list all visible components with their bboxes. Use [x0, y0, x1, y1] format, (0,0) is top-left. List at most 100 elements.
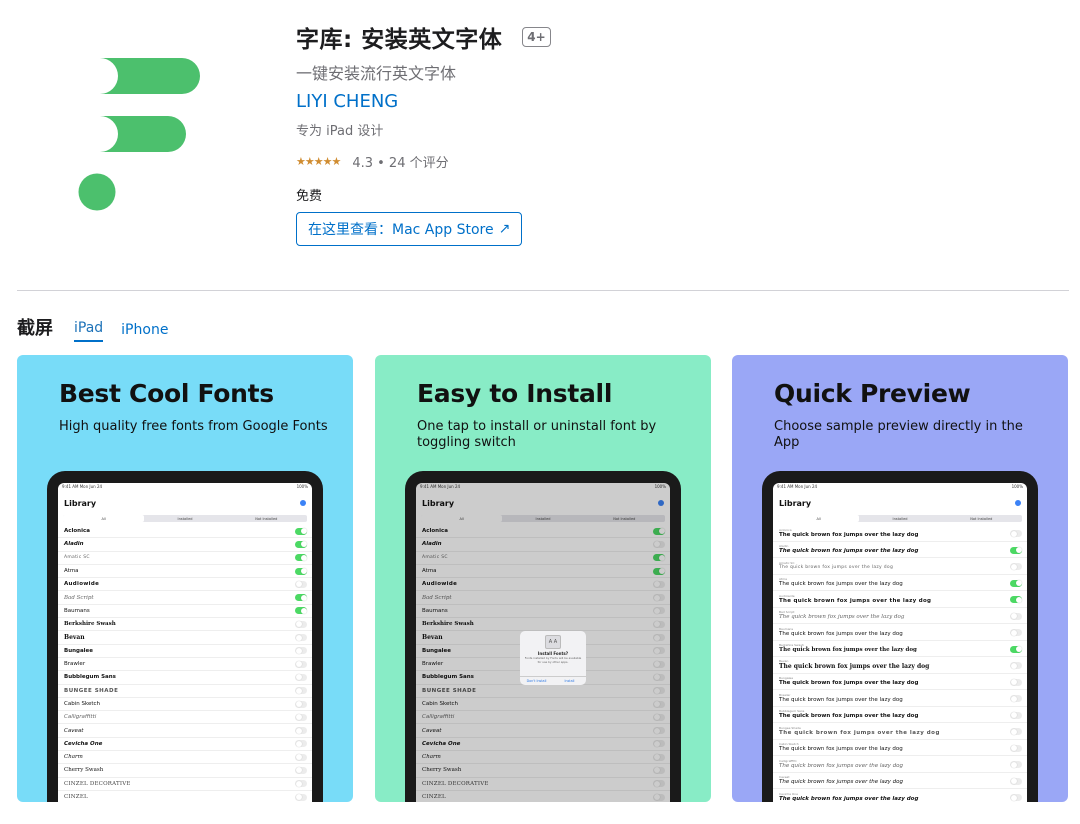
font-row-baumans: Baumans The quick brown fox jumps over th… [773, 624, 1027, 641]
app-info: 字库: 安装英文字体 4+ 一键安装流行英文字体 LIYI CHENG 专为 i… [296, 20, 551, 246]
age-rating-badge: 4+ [522, 27, 551, 47]
external-link-icon: ↗ [498, 221, 511, 237]
card-subtitle: Choose sample preview directly in the Ap… [774, 419, 1023, 450]
segment-control: All Installed Not Installed [778, 515, 1022, 522]
font-sample: The quick brown fox jumps over the lazy … [779, 696, 903, 703]
library-title: Library [64, 498, 97, 508]
install-toggle [295, 780, 307, 788]
font-row-aclonica: Aclonica [58, 525, 312, 539]
font-sample: The quick brown fox jumps over the lazy … [779, 680, 919, 687]
font-row-cevicha-one: Cevicha One [58, 738, 312, 752]
install-toggle [1010, 530, 1022, 537]
install-toggle [295, 660, 307, 668]
install-toggle [295, 607, 307, 615]
ipad-screen: 9:41 AM Mon Jun 24 100% Library All Installe… [58, 483, 312, 802]
font-sample: The quick brown fox jumps over the lazy … [779, 614, 905, 621]
rating-row: ★★★★★ 4.3 • 24 个评分 [296, 152, 551, 171]
font-sample: The quick brown fox jumps over the lazy … [779, 630, 903, 637]
screenshot-card-easy-to-install[interactable]: Easy to Install One tap to install or uni… [375, 355, 711, 802]
install-toggle [295, 540, 307, 548]
card-title: Easy to Install [417, 379, 613, 408]
dont-install-button: Don't Install [526, 679, 547, 683]
screenshot-card-best-cool-fonts[interactable]: Best Cool Fonts High quality free fonts f… [17, 355, 353, 802]
font-name: Calligraffitti [64, 714, 97, 721]
font-row-bungalee: Bungalee [58, 645, 312, 658]
font-row-calligraffitti: Calligraffitti [58, 711, 312, 725]
font-sample: The quick brown fox jumps over the lazy … [779, 795, 919, 802]
price-label: 免费 [296, 189, 323, 204]
font-name: CINZEL DECORATIVE [64, 780, 131, 787]
segment-not-installed: Not Installed [255, 516, 278, 521]
font-name: Bevan [64, 634, 85, 642]
status-bar: 9:41 AM Mon Jun 24 100% [773, 483, 1027, 491]
store-button-label: 在这里查看：Mac App Store [308, 222, 494, 238]
font-sample: The quick brown fox jumps over the lazy … [779, 531, 919, 538]
install-toggle [295, 554, 307, 562]
app-icon [78, 58, 200, 211]
font-name: Aclonica [64, 528, 90, 535]
font-name: Bubblegum Sans [64, 674, 116, 681]
font-name: Cherry Swash [64, 767, 104, 774]
install-toggle [295, 687, 307, 695]
font-sample: The quick brown fox jumps over the lazy … [779, 565, 894, 571]
font-row-bad-script: Bad Script The quick brown fox jumps over… [773, 608, 1027, 624]
install-toggle [1010, 794, 1022, 801]
font-row-bevan: Bevan The quick brown fox jumps over the … [773, 657, 1027, 674]
font-name: Aladin [64, 541, 84, 548]
font-row-cabin-sketch: Cabin Sketch [58, 698, 312, 712]
install-toggle [295, 740, 307, 748]
star-rating-icon: ★★★★★ [296, 155, 341, 168]
font-row-aclonica: Aclonica The quick brown fox jumps over t… [773, 525, 1027, 542]
library-header: Library [58, 491, 312, 515]
font-name: BUNGEE SHADE [64, 687, 119, 694]
font-row-calligraffitti: Calligraffitti The quick brown fox jumps … [773, 756, 1027, 773]
install-toggle [295, 647, 307, 655]
mac-app-store-button[interactable]: 在这里查看：Mac App Store ↗ [296, 212, 523, 246]
library-header: Library [773, 491, 1027, 515]
font-name: Berkshire Swash [64, 621, 116, 628]
settings-icon [1015, 500, 1021, 506]
developer-link[interactable]: LIYI CHENG [296, 91, 398, 112]
install-toggle [295, 620, 307, 628]
install-toggle [1010, 612, 1022, 620]
font-row-brawler: Brawler The quick brown fox jumps over th… [773, 690, 1027, 707]
font-name: Amatic SC [64, 555, 90, 561]
font-row-caveat: Caveat The quick brown fox jumps over the… [773, 773, 1027, 789]
install-toggle [1010, 645, 1022, 653]
install-toggle [295, 700, 307, 708]
font-row-bungee-shade: BUNGEE SHADE [58, 685, 312, 698]
tab-ipad[interactable]: iPad [74, 320, 104, 342]
font-sample: The quick brown fox jumps over the lazy … [779, 713, 919, 720]
font-sample: The quick brown fox jumps over the lazy … [779, 762, 903, 769]
font-row-caveat: Caveat [58, 724, 312, 738]
font-row-cherry-swash: Cherry Swash [58, 764, 312, 778]
font-sample: The quick brown fox jumps over the lazy … [779, 729, 940, 736]
segment-all: All [63, 515, 145, 522]
font-name: Baumans [64, 607, 90, 614]
install-toggle [295, 580, 307, 588]
font-row-bevan: Bevan [58, 631, 312, 645]
install-toggle [1010, 563, 1022, 570]
install-toggle [295, 673, 307, 681]
screenshot-card-quick-preview[interactable]: Quick Preview Choose sample preview direc… [732, 355, 1068, 802]
library-title: Library [779, 498, 812, 508]
app-title: 字库: 安装英文字体 [296, 27, 503, 53]
install-toggle [1010, 761, 1022, 768]
tab-iphone[interactable]: iPhone [121, 322, 168, 342]
font-row-berkshire-swash: Berkshire Swash [58, 618, 312, 632]
status-bar: 9:41 AM Mon Jun 24 100% [58, 483, 312, 491]
install-toggle [1010, 662, 1022, 669]
font-file-icon: A A [545, 635, 561, 649]
screenshots-title: 截屏 [17, 318, 53, 339]
font-row-bad-script: Bad Script [58, 591, 312, 605]
install-toggle [295, 634, 307, 642]
install-toggle [295, 567, 307, 575]
font-sample: The quick brown fox jumps over the lazy … [779, 746, 903, 753]
font-row-bungee-shade: Bungee Shade The quick brown fox jumps ov… [773, 723, 1027, 740]
ipad-screen: 9:41 AM Mon Jun 24 100% Library All Installe… [773, 483, 1027, 802]
status-time: 9:41 AM Mon Jun 24 [62, 484, 103, 489]
font-row-cinzel: CINZEL [58, 791, 312, 802]
install-toggle [295, 793, 307, 801]
settings-icon [300, 500, 306, 506]
font-row-bubblegum-sans: Bubblegum Sans The quick brown fox jumps … [773, 707, 1027, 723]
